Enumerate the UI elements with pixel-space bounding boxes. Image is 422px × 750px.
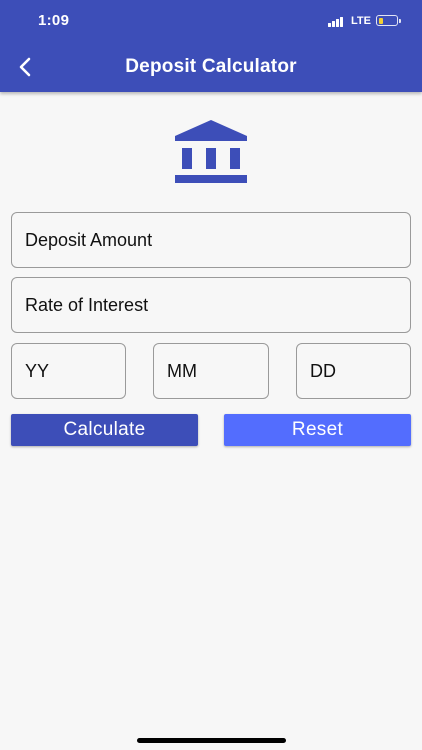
months-input[interactable]	[153, 343, 269, 399]
status-time: 1:09	[38, 12, 70, 29]
reset-button[interactable]: Reset	[224, 414, 411, 446]
deposit-amount-input[interactable]	[11, 212, 411, 268]
years-input[interactable]	[11, 343, 126, 399]
home-indicator[interactable]	[137, 738, 286, 743]
page-title: Deposit Calculator	[125, 56, 297, 77]
network-type: LTE	[351, 15, 371, 27]
signal-icon	[328, 17, 344, 27]
battery-icon	[376, 15, 401, 26]
status-bar: 1:09 LTE	[0, 0, 422, 44]
calculate-button[interactable]: Calculate	[11, 414, 198, 446]
rate-of-interest-input[interactable]	[11, 277, 411, 333]
app-bar: 1:09 LTE Deposit Calculator	[0, 0, 422, 92]
days-input[interactable]	[296, 343, 411, 399]
bank-icon	[175, 120, 247, 183]
